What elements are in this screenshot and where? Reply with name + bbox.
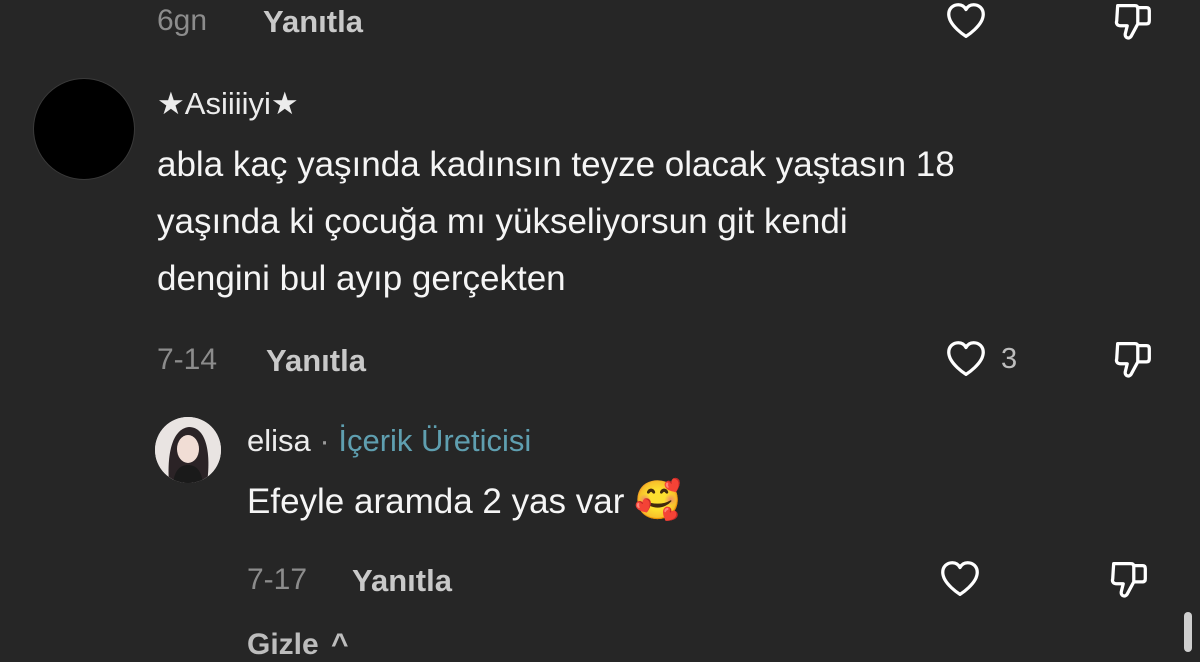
comment-text-line-2: yaşında ki çocuğa mı yükseliyorsun git k… — [157, 202, 848, 241]
avatar[interactable] — [33, 78, 135, 180]
heart-icon[interactable] — [943, 0, 989, 44]
dislike-icon[interactable] — [1110, 0, 1156, 44]
reply-time: 7-17 — [247, 563, 308, 596]
reply-text-content: Efeyle aramda 2 yas var — [247, 482, 625, 521]
comment-reply-button[interactable]: Yanıtla — [266, 343, 366, 379]
hide-replies-button[interactable]: Gizle ^ — [247, 628, 349, 662]
comment-text-line-1: abla kaç yaşında kadınsın teyze olacak y… — [157, 145, 955, 184]
reply-header: elisa · İçerik Üreticisi — [247, 423, 531, 459]
dislike-icon[interactable] — [1110, 336, 1156, 382]
reply-avatar[interactable] — [155, 417, 221, 483]
reply-text: Efeyle aramda 2 yas var 🥰 — [247, 473, 681, 530]
creator-badge: İçerik Üreticisi — [338, 423, 532, 458]
reply-username[interactable]: elisa — [247, 423, 311, 458]
comment-time: 7-14 — [157, 343, 218, 376]
smiling-face-with-hearts-emoji: 🥰 — [634, 480, 682, 522]
top-comment-time: 6gn — [157, 4, 208, 37]
heart-icon[interactable] — [937, 556, 983, 602]
heart-icon[interactable] — [943, 336, 989, 382]
scrollbar[interactable] — [1184, 612, 1192, 652]
separator-dot: · — [319, 423, 330, 458]
dislike-icon[interactable] — [1106, 556, 1152, 602]
hide-label: Gizle — [247, 628, 319, 661]
comment-text-line-3: dengini bul ayıp gerçekten — [157, 259, 566, 298]
like-count: 3 — [1001, 343, 1018, 375]
top-reply-button[interactable]: Yanıtla — [263, 4, 363, 40]
comment-username[interactable]: ★Asiiiiyi★ — [157, 86, 299, 122]
chevron-up-icon: ^ — [331, 628, 349, 661]
reply-reply-button[interactable]: Yanıtla — [352, 563, 452, 599]
